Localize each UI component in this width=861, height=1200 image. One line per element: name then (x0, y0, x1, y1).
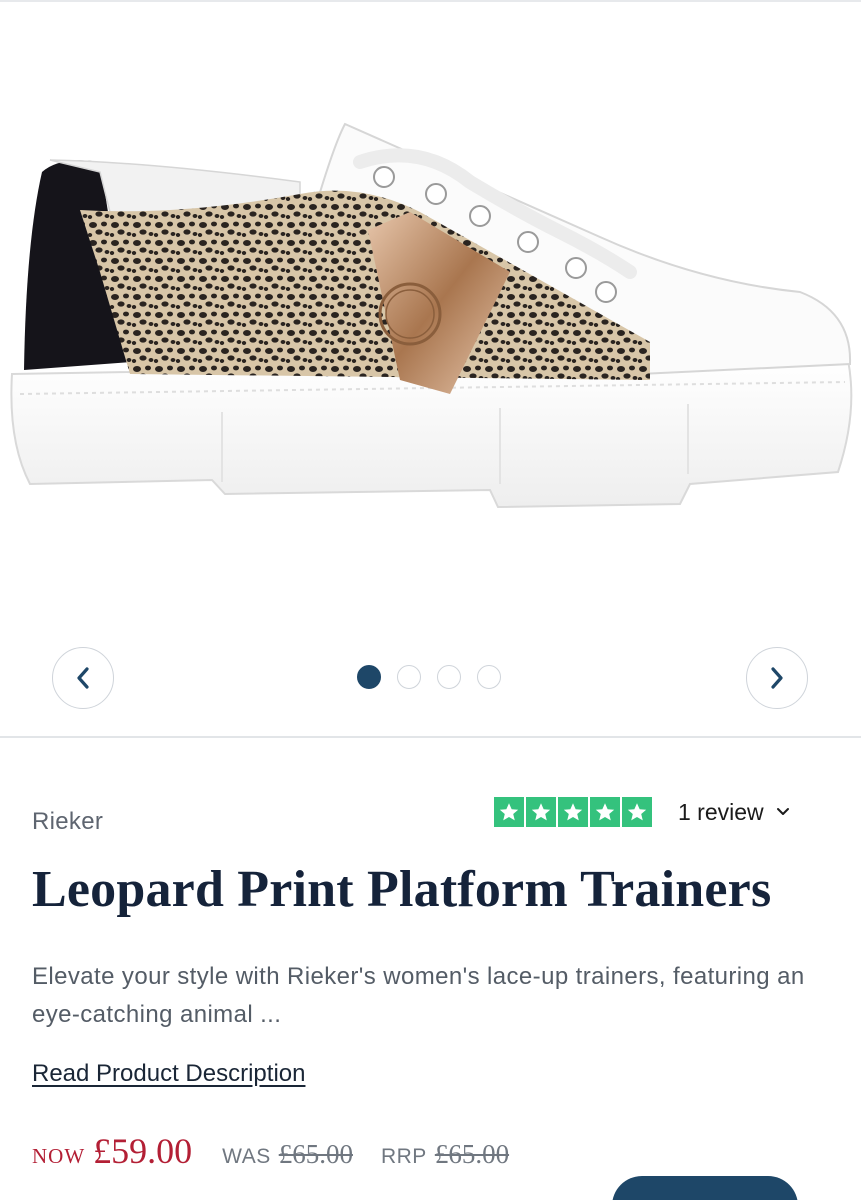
add-to-bag-button[interactable] (612, 1176, 798, 1200)
gallery-dot-2[interactable] (397, 665, 421, 689)
review-count[interactable]: 1 review (678, 799, 764, 826)
gallery-dot-4[interactable] (477, 665, 501, 689)
gallery-dot-3[interactable] (437, 665, 461, 689)
star-icon (526, 797, 556, 827)
product-image (10, 122, 853, 509)
gallery-prev-button[interactable] (52, 647, 114, 709)
star-rating (494, 797, 652, 827)
gallery-dot-1[interactable] (357, 665, 381, 689)
section-divider (0, 736, 861, 738)
now-label: NOW (32, 1144, 86, 1168)
gallery-next-button[interactable] (746, 647, 808, 709)
product-title: Leopard Print Platform Trainers (32, 861, 772, 918)
read-description-link[interactable]: Read Product Description (32, 1060, 305, 1088)
gallery-pagination (357, 665, 501, 689)
chevron-right-icon (771, 667, 783, 689)
was-price: £65.00 (278, 1139, 353, 1169)
product-short-description: Elevate your style with Rieker's women's… (32, 963, 805, 1028)
rrp-label: RRP (380, 1145, 427, 1168)
star-icon (558, 797, 588, 827)
brand-link[interactable]: Rieker (32, 808, 103, 836)
product-image-gallery[interactable] (0, 2, 861, 736)
price-block: NOW £59.00 WAS £65.00 RRP £65.00 (32, 1130, 509, 1172)
rating-summary[interactable]: 1 review (494, 797, 790, 827)
sale-price: £59.00 (93, 1131, 193, 1171)
chevron-down-icon[interactable] (776, 807, 790, 817)
star-icon (494, 797, 524, 827)
star-icon (590, 797, 620, 827)
was-label: WAS (222, 1145, 271, 1168)
star-icon (622, 797, 652, 827)
rrp-price: £65.00 (434, 1139, 510, 1169)
chevron-left-icon (77, 667, 89, 689)
